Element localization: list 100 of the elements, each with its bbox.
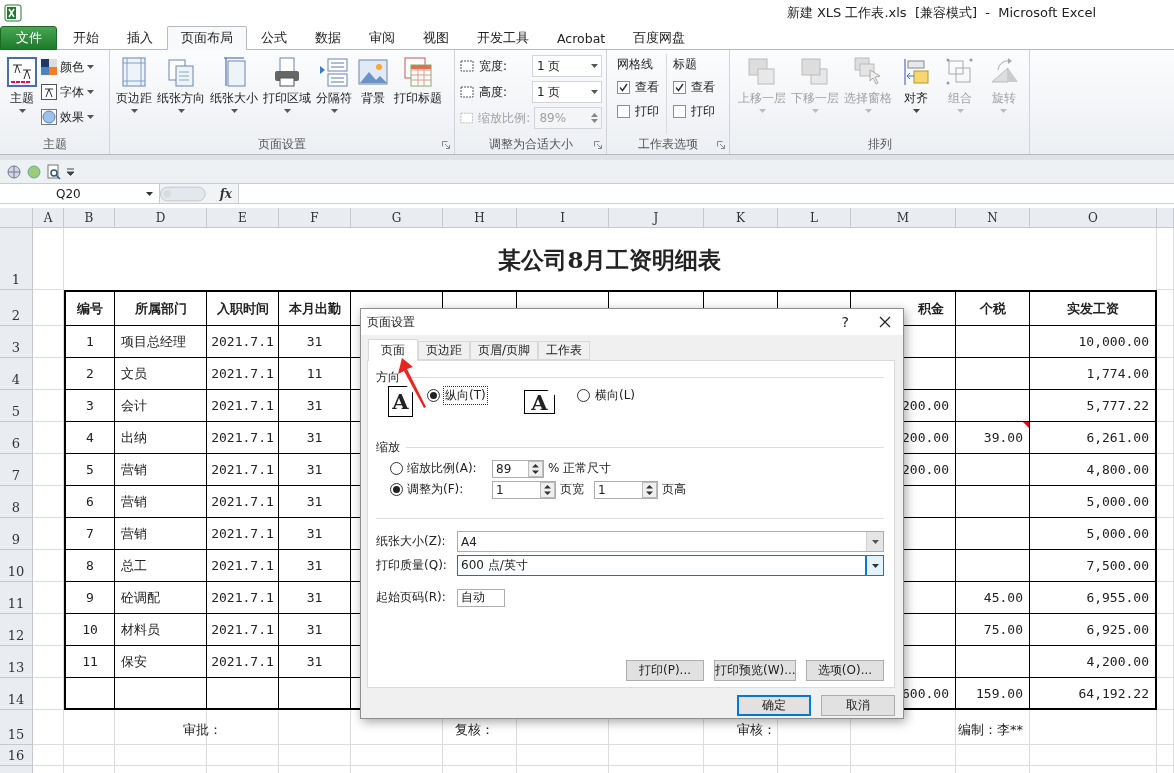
radio-option[interactable]: 调整为(F): [390, 481, 488, 498]
checkbox[interactable] [673, 104, 686, 118]
file-menu-tab[interactable]: 文件 [0, 26, 57, 50]
ribbon-button[interactable]: 打印标题 [392, 54, 444, 134]
dropdown-field[interactable]: 1 页 [532, 55, 602, 77]
dropdown-field[interactable]: 600 点/英寸 [457, 555, 884, 576]
ribbon-tab[interactable]: 页面布局 [167, 26, 247, 50]
column-header[interactable]: F [279, 208, 351, 228]
spinner-icon[interactable] [528, 460, 543, 477]
column-header[interactable]: I [517, 208, 609, 228]
column-header[interactable]: J [609, 208, 704, 228]
help-button[interactable]: ? [841, 314, 849, 330]
row-number[interactable]: 15 [0, 710, 33, 745]
app-logo-icon [4, 3, 22, 22]
checkbox[interactable] [673, 80, 686, 94]
caret-icon [87, 90, 94, 94]
column-header[interactable]: N [956, 208, 1030, 228]
column-header[interactable]: D [115, 208, 207, 228]
caret-icon [912, 109, 920, 113]
column-header[interactable]: A [33, 208, 64, 228]
ribbon-tab[interactable]: 插入 [113, 26, 167, 50]
dialog-tab[interactable]: 页眉/页脚 [470, 341, 539, 360]
dialog-button[interactable]: 打印(P)... [626, 660, 704, 681]
ribbon-button[interactable]: 背景 [355, 54, 391, 134]
dialog-tab[interactable]: 页边距 [418, 341, 470, 360]
checkbox[interactable] [617, 80, 630, 94]
dialog-launcher-icon[interactable] [442, 141, 450, 149]
ribbon-button[interactable]: 纸张大小 [208, 54, 260, 134]
row-number[interactable]: 6 [0, 422, 33, 454]
spinner-field[interactable]: 1 [492, 480, 556, 499]
row-number[interactable]: 16 [0, 745, 33, 766]
row-number[interactable]: 4 [0, 358, 33, 390]
ribbon-button[interactable]: 页边距 [114, 54, 154, 134]
ribbon-tab[interactable]: 百度网盘 [619, 26, 700, 50]
column-header[interactable]: K [704, 208, 778, 228]
dropdown-field[interactable]: A4 [457, 531, 884, 552]
ribbon-tab[interactable]: 审阅 [355, 26, 409, 50]
input-field[interactable]: 自动 [457, 588, 505, 607]
ribbon-button[interactable]: 主题 [4, 54, 40, 134]
cancel-button[interactable]: 取消 [821, 695, 895, 716]
dialog-tab[interactable]: 工作表 [538, 341, 591, 360]
row-number[interactable]: 10 [0, 550, 33, 582]
ok-button[interactable]: 确定 [737, 695, 811, 716]
spinner-icon[interactable] [642, 481, 657, 498]
table-cell: 总工 [115, 550, 207, 582]
checkbox[interactable] [617, 104, 630, 118]
row-number[interactable]: 3 [0, 326, 33, 358]
row-number[interactable]: 2 [0, 290, 33, 326]
table-cell: 31 [279, 486, 351, 518]
row-number[interactable]: 8 [0, 486, 33, 518]
row-number[interactable]: 7 [0, 454, 33, 486]
globe-icon[interactable] [6, 163, 22, 180]
close-icon[interactable] [879, 316, 891, 328]
spinner-field[interactable]: 1 [594, 480, 658, 499]
row-number[interactable]: 13 [0, 646, 33, 678]
slider-handle-icon[interactable] [160, 185, 206, 202]
dialog-tab[interactable]: 页面 [368, 339, 418, 361]
ribbon-button[interactable]: 对齐 [895, 54, 938, 134]
spinner-field[interactable]: 89 [492, 459, 544, 478]
layers-icon [799, 56, 831, 88]
column-header[interactable]: O [1030, 208, 1157, 228]
column-header[interactable]: B [64, 208, 115, 228]
column-title: 编号 [64, 290, 115, 326]
row-number[interactable]: 1 [0, 228, 33, 290]
ribbon-tab[interactable]: 数据 [301, 26, 355, 50]
caret-icon[interactable] [66, 167, 75, 176]
ribbon-button[interactable]: 字体 [41, 81, 94, 103]
row-number[interactable]: 12 [0, 614, 33, 646]
ribbon-button[interactable]: 打印区域 [261, 54, 313, 134]
column-header[interactable]: G [351, 208, 443, 228]
table-cell: 2021.7.1 [207, 358, 279, 390]
ribbon-tab[interactable]: 开始 [59, 26, 113, 50]
radio-option[interactable]: 横向(L) [577, 386, 637, 404]
dialog-button[interactable]: 选项(O)... [806, 660, 884, 681]
row-number[interactable]: 11 [0, 582, 33, 614]
column-header[interactable]: E [207, 208, 279, 228]
row-number[interactable]: 9 [0, 518, 33, 550]
column-header[interactable]: L [778, 208, 851, 228]
spinner-icon[interactable] [540, 481, 555, 498]
ribbon-button[interactable]: 颜色 [41, 56, 94, 78]
print-preview-icon[interactable] [46, 163, 62, 180]
empty-cell [33, 290, 64, 326]
column-header[interactable]: H [443, 208, 517, 228]
ribbon-button[interactable]: 效果 [41, 106, 94, 128]
dropdown-field[interactable]: 1 页 [532, 81, 602, 103]
ribbon-tab[interactable]: 公式 [247, 26, 301, 50]
column-header[interactable]: M [851, 208, 956, 228]
ribbon-button[interactable]: 分隔符 [314, 54, 354, 134]
radio-option[interactable]: 纵向(T) [427, 386, 487, 404]
ribbon-tab[interactable]: 视图 [409, 26, 463, 50]
ribbon-tab[interactable]: Acrobat [543, 26, 620, 50]
row-number[interactable]: 5 [0, 390, 33, 422]
ribbon-tab[interactable]: 开发工具 [463, 26, 543, 50]
dialog-launcher-icon[interactable] [717, 141, 725, 149]
ribbon-button[interactable]: 纸张方向 [155, 54, 207, 134]
row-number[interactable]: 14 [0, 678, 33, 710]
dialog-button[interactable]: 打印预览(W)... [714, 660, 796, 681]
insert-function-button[interactable]: fx [219, 186, 232, 201]
radio-option[interactable]: 缩放比例(A): [390, 460, 488, 477]
dialog-launcher-icon[interactable] [594, 141, 602, 149]
